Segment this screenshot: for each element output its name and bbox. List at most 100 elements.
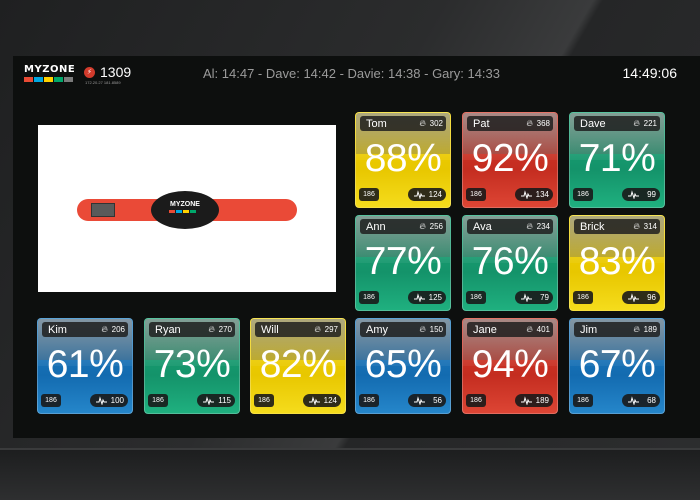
heart-icon: 186	[466, 394, 486, 407]
heart-value: 186	[363, 294, 375, 301]
participant-tile: Will 🔥︎ 297 82% 186 124	[250, 318, 346, 414]
calories-value: 234	[536, 222, 550, 231]
pod-bar	[183, 210, 189, 213]
flame-icon: 🔥︎	[633, 324, 640, 334]
recent-finishers-ticker: Al: 14:47 - Dave: 14:42 - Davie: 14:38 -…	[203, 66, 500, 81]
hub-icon: ⚡	[84, 67, 95, 78]
flame-icon: 🔥︎	[526, 221, 533, 231]
participant-name: Jane	[473, 324, 497, 336]
participant-tile: Tom 🔥︎ 302 88% 186 124	[355, 112, 451, 208]
pulse-wave-icon	[628, 190, 639, 199]
heart-value: 186	[577, 294, 589, 301]
effort-percent: 67%	[578, 343, 656, 386]
pulse-wave-icon	[628, 293, 639, 302]
effort-percent: 92%	[471, 137, 549, 180]
participant-name: Ryan	[155, 324, 181, 336]
heart-value: 186	[363, 397, 375, 404]
logo-bar	[44, 77, 53, 82]
heart-icon: 186	[41, 394, 61, 407]
heart-icon: 186	[359, 188, 379, 201]
header-bar: MYZONE ⚡ 1309 172.20.27 181.8589 Al: 14:…	[13, 56, 700, 92]
avg-effort-value: 189	[535, 396, 549, 405]
logo-bar	[34, 77, 43, 82]
effort-percent: 73%	[153, 343, 231, 386]
heart-value: 186	[470, 294, 482, 301]
participant-name: Tom	[366, 118, 387, 130]
heart-icon: 186	[148, 394, 168, 407]
flame-icon: 🔥︎	[419, 324, 426, 334]
flame-icon: 🔥︎	[208, 324, 215, 334]
clock: 14:49:06	[622, 65, 678, 81]
calories-value: 189	[643, 325, 657, 334]
promo-image-panel: MYZONE	[38, 125, 336, 292]
pulse-wave-icon	[414, 293, 425, 302]
pulse-wave-icon	[628, 396, 639, 405]
participant-name: Ava	[473, 221, 492, 233]
calories-value: 297	[324, 325, 338, 334]
flame-icon: 🔥︎	[419, 221, 426, 231]
avg-effort-value: 125	[428, 293, 442, 302]
heart-icon: 186	[573, 394, 593, 407]
heart-icon: 186	[466, 291, 486, 304]
pulse-wave-icon	[414, 396, 425, 405]
heart-value: 186	[258, 397, 270, 404]
participant-tile: Amy 🔥︎ 150 65% 186 56	[355, 318, 451, 414]
calories-value: 206	[111, 325, 125, 334]
heart-icon: 186	[573, 291, 593, 304]
participant-name: Dave	[580, 118, 606, 130]
heart-icon: 186	[573, 188, 593, 201]
flame-icon: 🔥︎	[526, 324, 533, 334]
avg-effort-value: 124	[428, 190, 442, 199]
avg-effort-value: 56	[433, 396, 442, 405]
myzone-logo: MYZONE	[24, 65, 76, 85]
participant-tile: Brick 🔥︎ 314 83% 186 96	[569, 215, 665, 311]
calories-value: 314	[643, 222, 657, 231]
participant-name: Will	[261, 324, 279, 336]
effort-percent: 71%	[578, 137, 656, 180]
heart-icon: 186	[254, 394, 274, 407]
belt-tag	[91, 203, 115, 217]
heart-value: 186	[577, 191, 589, 198]
participant-tile: Dave 🔥︎ 221 71% 186 99	[569, 112, 665, 208]
logo-color-bars	[24, 77, 76, 82]
heart-icon: 186	[359, 394, 379, 407]
effort-percent: 83%	[578, 240, 656, 283]
participant-name: Jim	[580, 324, 598, 336]
heart-value: 186	[470, 191, 482, 198]
heart-icon: 186	[466, 188, 486, 201]
logo-bar	[24, 77, 33, 82]
pulse-wave-icon	[521, 190, 532, 199]
logo-bar	[64, 77, 73, 82]
pulse-wave-icon	[203, 396, 214, 405]
flame-icon: 🔥︎	[101, 324, 108, 334]
logo-text: MYZONE	[24, 64, 76, 75]
calories-value: 256	[429, 222, 443, 231]
effort-percent: 77%	[364, 240, 442, 283]
avg-effort-value: 100	[110, 396, 124, 405]
pod-bar	[176, 210, 182, 213]
avg-effort-value: 96	[647, 293, 656, 302]
pulse-wave-icon	[521, 396, 532, 405]
avg-effort-value: 134	[535, 190, 549, 199]
heart-icon: 186	[359, 291, 379, 304]
calories-value: 270	[218, 325, 232, 334]
effort-percent: 76%	[471, 240, 549, 283]
pulse-wave-icon	[521, 293, 532, 302]
flame-icon: 🔥︎	[419, 118, 426, 128]
heart-value: 186	[577, 397, 589, 404]
flame-icon: 🔥︎	[314, 324, 321, 334]
participant-tile: Ann 🔥︎ 256 77% 186 125	[355, 215, 451, 311]
participant-name: Ann	[366, 221, 386, 233]
participant-name: Amy	[366, 324, 388, 336]
calories-value: 401	[536, 325, 550, 334]
participant-tile: Ryan 🔥︎ 270 73% 186 115	[144, 318, 240, 414]
heart-value: 186	[45, 397, 57, 404]
flame-icon: 🔥︎	[526, 118, 533, 128]
calories-value: 368	[536, 119, 550, 128]
pod-bar	[169, 210, 175, 213]
participant-tile: Pat 🔥︎ 368 92% 186 134	[462, 112, 558, 208]
participant-tile: Jane 🔥︎ 401 94% 186 189	[462, 318, 558, 414]
avg-effort-value: 124	[323, 396, 337, 405]
participant-name: Pat	[473, 118, 490, 130]
avg-effort-value: 99	[647, 190, 656, 199]
